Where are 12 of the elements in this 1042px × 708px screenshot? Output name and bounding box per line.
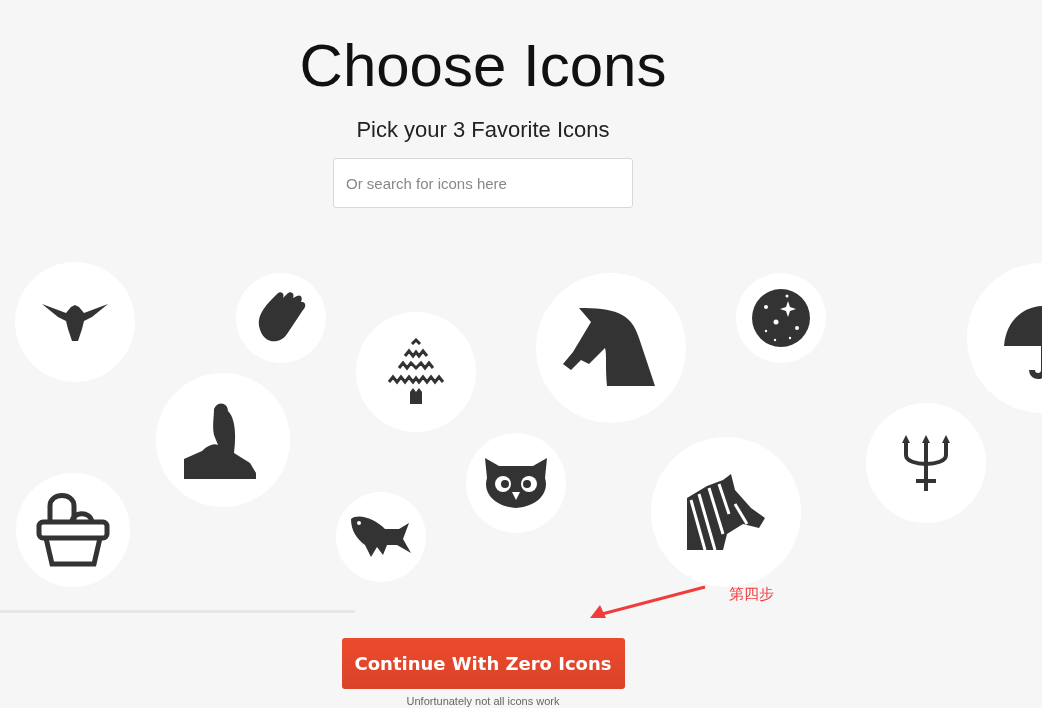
continue-button[interactable]: Continue With Zero Icons (341, 638, 625, 689)
note-text: Unfortunately not all icons work (406, 695, 560, 707)
starry-sky-icon (752, 289, 810, 347)
page-title: Choose Icons (299, 31, 667, 101)
search-field[interactable]: Or search for icons here (333, 158, 633, 208)
zebra-head-icon (687, 474, 765, 550)
trident-icon (902, 435, 950, 491)
pine-tree-icon (387, 338, 445, 406)
page-subtitle: Pick your 3 Favorite Icons (356, 116, 610, 144)
cactus-pot-icon (36, 492, 110, 568)
annotation-text: 第四步 (729, 585, 774, 604)
fish-icon (351, 515, 411, 559)
